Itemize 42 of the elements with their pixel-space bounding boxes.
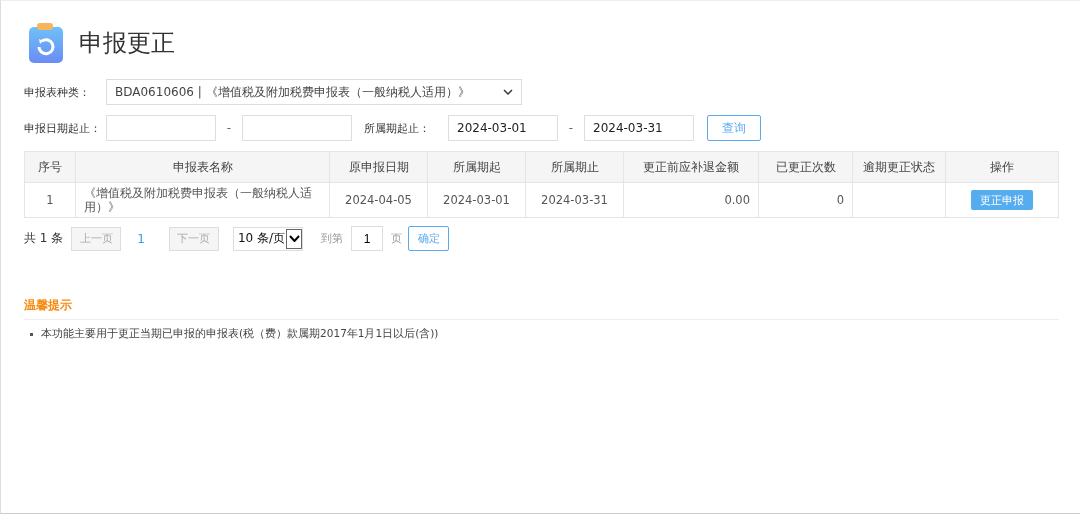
page-unit-label: 页 xyxy=(391,231,403,246)
form-type-label: 申报表种类： xyxy=(24,84,91,100)
table-cell: 《增值税及附加税费申报表（一般纳税人适用）》 xyxy=(75,182,330,218)
correct-button[interactable]: 更正申报 xyxy=(971,190,1033,210)
tips-title: 温馨提示 xyxy=(24,297,1059,320)
table-cell: 2024-03-31 xyxy=(525,182,624,218)
period-to-field[interactable]: 2024-03-31 xyxy=(584,115,694,141)
table-cell: 0 xyxy=(758,182,853,218)
table-cell: 2024-03-01 xyxy=(427,182,526,218)
column-header: 所属期止 xyxy=(525,151,624,183)
column-header: 所属期起 xyxy=(427,151,526,183)
column-header: 申报表名称 xyxy=(75,151,330,183)
table-cell: 2024-04-05 xyxy=(329,182,428,218)
date-from-field[interactable] xyxy=(106,115,216,141)
range-separator: - xyxy=(567,121,575,135)
clipboard-refresh-icon xyxy=(27,23,65,63)
column-header: 原申报日期 xyxy=(329,151,428,183)
period-from-field[interactable]: 2024-03-01 xyxy=(448,115,558,141)
goto-label: 到第 xyxy=(321,231,344,246)
declare-date-label: 申报日期起止： xyxy=(24,120,102,136)
period-label: 所属期起止： xyxy=(364,120,431,136)
date-to-field[interactable] xyxy=(242,115,352,141)
column-header: 操作 xyxy=(945,151,1059,183)
page-number-field[interactable]: 1 xyxy=(351,226,384,251)
page-size-select[interactable]: 10 条/页 xyxy=(232,226,304,251)
column-header: 更正前应补退金额 xyxy=(623,151,759,183)
bullet-icon xyxy=(30,332,33,336)
page-link[interactable]: 1 xyxy=(137,231,145,246)
caret-icon xyxy=(288,235,300,242)
column-header: 逾期更正状态 xyxy=(852,151,946,183)
table-cell: 1 xyxy=(24,182,76,218)
query-button[interactable]: 查询 xyxy=(707,115,761,141)
total-count: 共 1 条 xyxy=(24,230,64,247)
range-separator: - xyxy=(225,121,233,135)
confirm-button[interactable]: 确定 xyxy=(408,226,450,251)
column-header: 已更正次数 xyxy=(758,151,853,183)
tip-text: 本功能主要用于更正当期已申报的申报表(税（费）款属期2017年1月1日以后(含)) xyxy=(41,327,439,341)
form-type-select[interactable]: BDA0610606 | 《增值税及附加税费申报表（一般纳税人适用）》 xyxy=(106,79,522,105)
column-header: 序号 xyxy=(24,151,76,183)
caret-icon xyxy=(503,89,513,95)
page-title: 申报更正 xyxy=(79,28,175,59)
table-cell: 0.00 xyxy=(623,182,759,218)
